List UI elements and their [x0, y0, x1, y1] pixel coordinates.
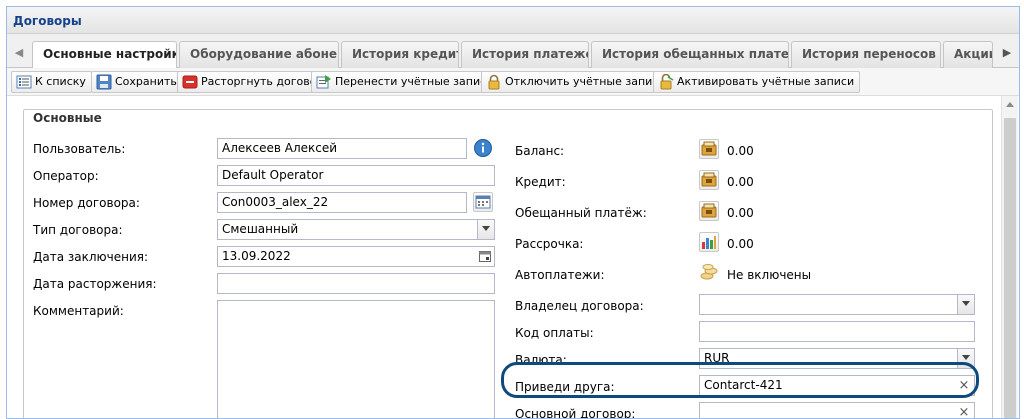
operator-label: Оператор:	[33, 169, 99, 183]
window-title: Договоры	[7, 7, 1019, 34]
lock-closed-icon	[486, 74, 502, 90]
owner-select[interactable]	[699, 294, 975, 315]
contract-type-select[interactable]: Смешанный	[217, 219, 495, 240]
clear-icon[interactable]: ×	[957, 404, 971, 418]
promised-payment-value: 0.00	[727, 206, 754, 220]
toolbar: К списку Сохранить Расторгнуть договор П…	[7, 68, 1019, 96]
back-to-list-label: К списку	[35, 75, 86, 88]
scroll-up-icon[interactable]	[1006, 102, 1014, 107]
tab-scroll-left-icon[interactable]: ◀	[9, 42, 29, 64]
owner-label: Владелец договора:	[515, 299, 644, 313]
activate-accounts-button[interactable]: Активировать учётные записи	[653, 71, 861, 93]
date-signed-value: 13.09.2022	[222, 249, 291, 263]
comment-textarea[interactable]	[217, 300, 495, 418]
scrollbar-thumb[interactable]	[1004, 118, 1016, 418]
installment-chart-icon[interactable]	[699, 232, 719, 252]
transfer-accounts-label: Перенести учётные записи	[335, 75, 494, 88]
lock-open-icon	[658, 73, 674, 90]
info-icon[interactable]	[473, 138, 493, 158]
contract-type-dropdown-trigger[interactable]	[477, 220, 494, 239]
vertical-scrollbar[interactable]	[1001, 96, 1018, 418]
disable-accounts-label: Отключить учётные записи	[505, 75, 666, 88]
save-button[interactable]: Сохранить	[91, 71, 183, 93]
balance-wallet-icon[interactable]	[699, 139, 719, 159]
tab-subscriber-equipment[interactable]: Оборудование абонента	[179, 41, 339, 68]
promised-payment-label: Обещанный платёж:	[515, 206, 647, 220]
number-generator-icon[interactable]	[473, 192, 493, 212]
contract-type-label: Тип договора:	[33, 223, 123, 237]
tab-strip: ◀ Основные настройки Оборудование абонен…	[7, 34, 1019, 69]
chevron-down-icon	[962, 355, 970, 360]
autopay-value: Не включены	[727, 268, 812, 282]
section-title: Основные	[29, 111, 106, 125]
terminate-icon	[182, 74, 198, 90]
owner-dropdown-trigger[interactable]	[957, 295, 974, 314]
terminate-contract-label: Расторгнуть договор	[201, 75, 324, 88]
list-icon	[16, 74, 32, 90]
date-terminated-label: Дата расторжения:	[33, 277, 157, 291]
credit-wallet-icon[interactable]	[699, 170, 719, 190]
installment-value: 0.00	[727, 237, 754, 251]
autopay-coins-icon	[699, 262, 719, 282]
activate-accounts-label: Активировать учётные записи	[677, 75, 855, 88]
terminate-contract-button[interactable]: Расторгнуть договор	[177, 71, 330, 93]
refer-friend-highlight-ring	[501, 362, 979, 398]
tab-scroll-right-icon[interactable]: ▶	[997, 42, 1017, 64]
date-picker-trigger[interactable]	[477, 247, 494, 266]
date-terminated-field[interactable]	[217, 273, 495, 294]
date-signed-label: Дата заключения:	[33, 250, 149, 264]
disable-accounts-button[interactable]: Отключить учётные записи	[481, 71, 672, 93]
save-label: Сохранить	[115, 75, 177, 88]
chevron-down-icon	[962, 301, 970, 306]
tab-payment-history[interactable]: История платежей	[461, 41, 589, 68]
tab-promotions[interactable]: Акции	[943, 41, 993, 68]
user-field[interactable]: Алексеев Алексей	[217, 138, 467, 159]
comment-label: Комментарий:	[33, 304, 124, 318]
transfer-accounts-button[interactable]: Перенести учётные записи	[311, 71, 500, 93]
promised-payment-wallet-icon[interactable]	[699, 201, 719, 221]
autopay-label: Автоплатежи:	[515, 268, 605, 282]
contracts-window: Договоры ◀ Основные настройки Оборудован…	[6, 6, 1020, 419]
payment-code-field[interactable]	[699, 321, 975, 342]
tab-account-transfer-history[interactable]: История переносов УЗ	[791, 41, 941, 68]
installment-label: Рассрочка:	[515, 237, 584, 251]
main-contract-field[interactable]: ×	[699, 402, 975, 418]
chevron-down-icon	[482, 226, 490, 231]
calendar-icon	[479, 250, 491, 266]
tab-promised-payment-history[interactable]: История обещанных платежей	[591, 41, 789, 68]
tab-main-settings[interactable]: Основные настройки	[32, 41, 177, 69]
transfer-icon	[316, 74, 332, 90]
main-contract-label: Основной договор:	[515, 407, 636, 419]
payment-code-label: Код оплаты:	[515, 326, 594, 340]
balance-label: Баланс:	[515, 144, 565, 158]
contract-type-value: Смешанный	[222, 222, 299, 236]
credit-label: Кредит:	[515, 175, 566, 189]
contract-number-field[interactable]: Con0003_alex_22	[217, 192, 467, 213]
date-signed-field[interactable]: 13.09.2022	[217, 246, 495, 267]
back-to-list-button[interactable]: К списку	[11, 71, 92, 93]
balance-value: 0.00	[727, 144, 754, 158]
credit-value: 0.00	[727, 175, 754, 189]
operator-field[interactable]: Default Operator	[217, 165, 495, 186]
user-label: Пользователь:	[33, 142, 126, 156]
save-icon	[96, 74, 112, 90]
contract-number-label: Номер договора:	[33, 196, 140, 210]
tab-credit-history[interactable]: История кредита	[341, 41, 459, 68]
